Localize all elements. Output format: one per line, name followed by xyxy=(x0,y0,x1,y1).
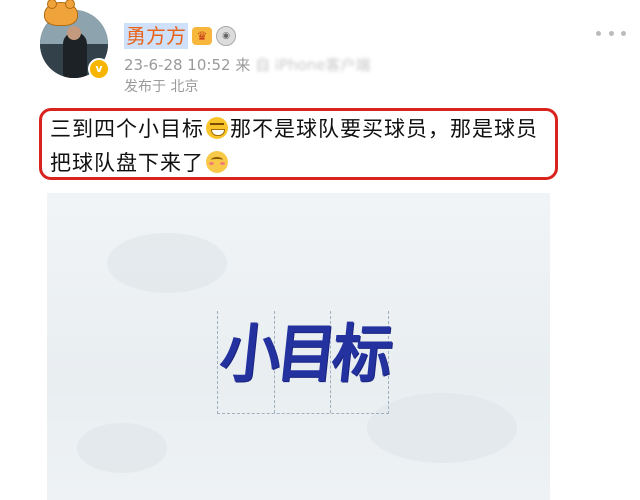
grin-emoji-icon xyxy=(206,117,228,139)
post-image[interactable]: 小目标 xyxy=(47,193,550,500)
more-options-icon[interactable] xyxy=(596,28,626,38)
post-text: 三到四个小目标 那不是球队要买球员，那是球员把球队盘下来了 xyxy=(50,112,550,180)
logo-text: 小目标 xyxy=(216,317,393,392)
author-row: 勇方方 ♛ ◉ xyxy=(124,22,236,50)
obscured-source: 自 iPhone客户端 xyxy=(255,56,371,74)
location: 北京 xyxy=(170,79,199,95)
tiger-avatar-frame-icon xyxy=(44,0,78,26)
post-meta: 23-6-28 10:52 来 自 iPhone客户端 xyxy=(124,54,371,75)
verified-icon: v xyxy=(88,58,110,80)
medal-icon: ◉ xyxy=(216,26,236,46)
post-text-part1: 三到四个小目标 xyxy=(50,117,204,141)
location-prefix: 发布于 xyxy=(124,79,166,95)
username[interactable]: 勇方方 xyxy=(124,23,188,49)
crown-icon: ♛ xyxy=(192,27,212,45)
blush-emoji-icon xyxy=(206,151,228,173)
timestamp: 23-6-28 10:52 xyxy=(124,56,231,74)
location-line: 发布于 北京 xyxy=(124,76,198,96)
source-partial: 来 xyxy=(235,56,251,74)
